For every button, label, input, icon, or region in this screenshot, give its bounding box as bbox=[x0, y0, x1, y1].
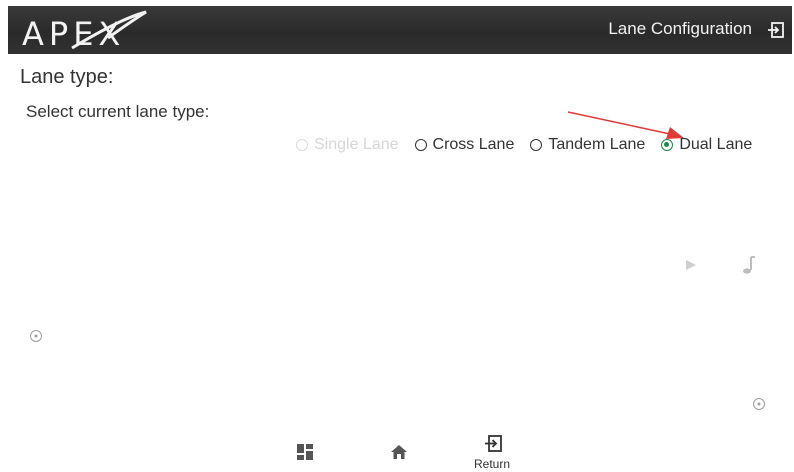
music-note-icon[interactable] bbox=[741, 255, 757, 280]
target-dot-icon[interactable] bbox=[752, 397, 766, 416]
option-single-lane: Single Lane bbox=[296, 136, 399, 154]
target-dot-icon[interactable] bbox=[29, 329, 43, 348]
dashboard-icon[interactable] bbox=[296, 443, 314, 466]
label-cross-lane: Cross Lane bbox=[432, 136, 515, 153]
option-dual-lane[interactable]: Dual Lane bbox=[661, 136, 752, 154]
label-dual-lane: Dual Lane bbox=[679, 136, 753, 153]
lane-type-heading: Lane type: bbox=[20, 66, 114, 88]
logo-text: APEX bbox=[22, 15, 126, 53]
lane-type-options: Single Lane Cross Lane Tandem Lane Dual … bbox=[296, 136, 752, 154]
return-button-label[interactable]: Return bbox=[474, 457, 510, 471]
radio-single-lane bbox=[296, 139, 308, 151]
header-bar: APEX Lane Configuration bbox=[8, 6, 792, 54]
option-cross-lane[interactable]: Cross Lane bbox=[414, 136, 515, 154]
return-icon[interactable] bbox=[484, 434, 504, 459]
option-tandem-lane[interactable]: Tandem Lane bbox=[530, 136, 645, 154]
exit-icon[interactable] bbox=[766, 20, 786, 40]
radio-dual-lane[interactable] bbox=[661, 139, 674, 151]
apex-logo: APEX bbox=[12, 8, 152, 54]
home-icon[interactable] bbox=[390, 443, 408, 466]
radio-cross-lane[interactable] bbox=[414, 139, 427, 151]
radio-tandem-lane[interactable] bbox=[530, 139, 543, 151]
play-icon[interactable] bbox=[684, 258, 698, 277]
lane-type-subheading: Select current lane type: bbox=[26, 102, 210, 121]
page-title: Lane Configuration bbox=[608, 19, 752, 38]
label-single-lane: Single Lane bbox=[314, 136, 399, 153]
label-tandem-lane: Tandem Lane bbox=[548, 136, 646, 153]
annotation-arrow bbox=[567, 111, 684, 139]
